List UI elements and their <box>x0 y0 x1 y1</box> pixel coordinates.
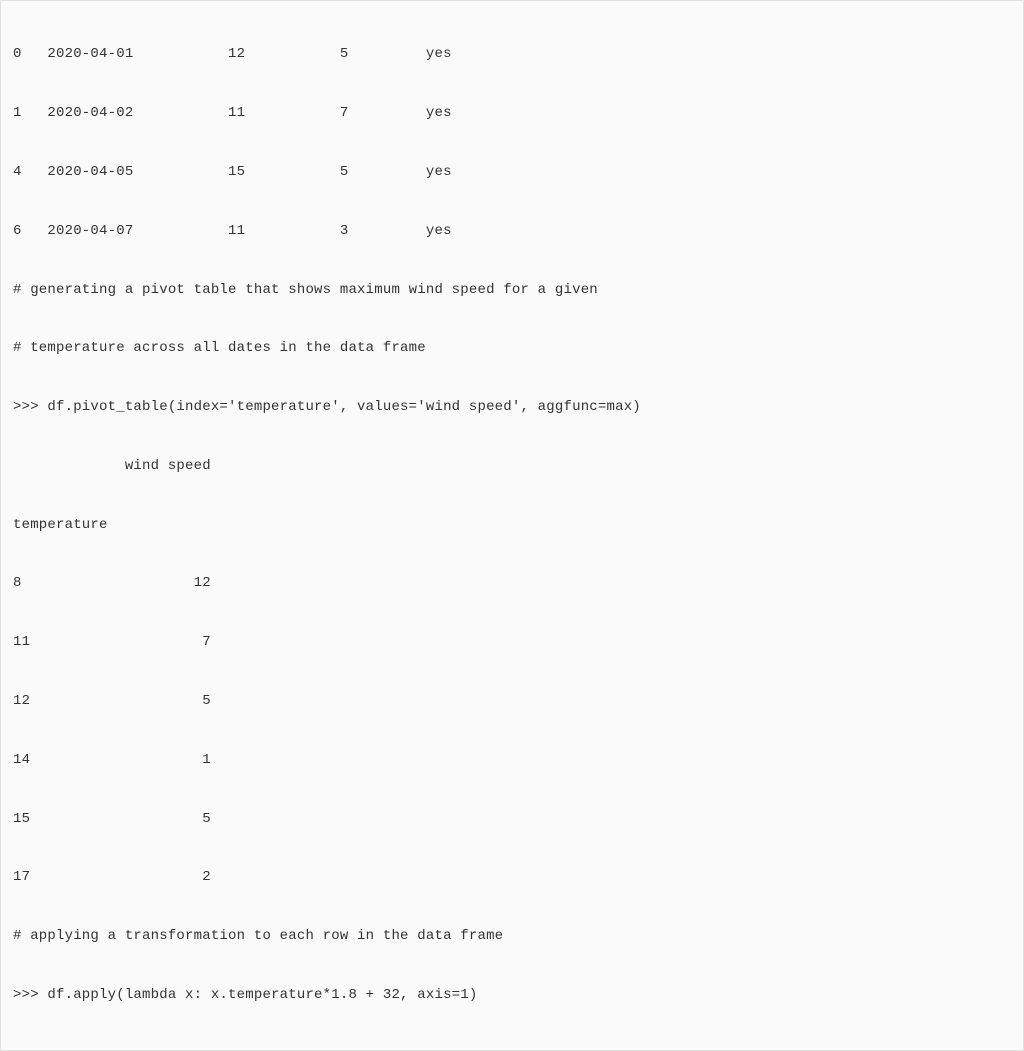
output-index-label: temperature <box>13 511 1011 540</box>
comment-line: # temperature across all dates in the da… <box>13 334 1011 363</box>
code-output-block: 0 2020-04-01 12 5 yes 1 2020-04-02 11 7 … <box>13 11 1011 1040</box>
pivot-row: 11 7 <box>13 628 1011 657</box>
pivot-row: 12 5 <box>13 687 1011 716</box>
command-line: >>> df.apply(lambda x: x.temperature*1.8… <box>13 981 1011 1010</box>
comment-line: # generating a pivot table that shows ma… <box>13 276 1011 305</box>
output-header: wind speed <box>13 452 1011 481</box>
data-row: 4 2020-04-05 15 5 yes <box>13 158 1011 187</box>
pivot-row: 15 5 <box>13 805 1011 834</box>
data-row: 6 2020-04-07 11 3 yes <box>13 217 1011 246</box>
data-row: 1 2020-04-02 11 7 yes <box>13 99 1011 128</box>
comment-line: # applying a transformation to each row … <box>13 922 1011 951</box>
data-row: 0 2020-04-01 12 5 yes <box>13 40 1011 69</box>
pivot-row: 8 12 <box>13 569 1011 598</box>
pivot-row: 14 1 <box>13 746 1011 775</box>
command-line: >>> df.pivot_table(index='temperature', … <box>13 393 1011 422</box>
pivot-row: 17 2 <box>13 863 1011 892</box>
